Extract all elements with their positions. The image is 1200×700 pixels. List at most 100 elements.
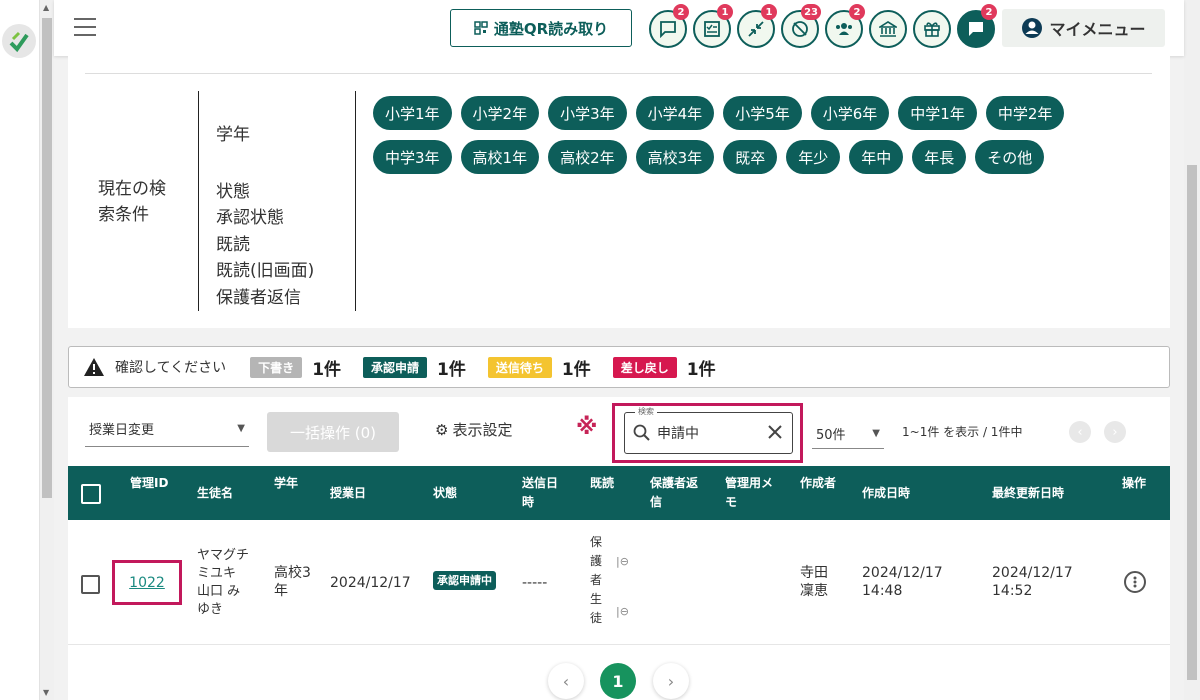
column-header-sent-at[interactable]: 送信日 時 — [522, 474, 558, 512]
date-change-value: 授業日変更 — [89, 423, 155, 438]
hamburger-menu-icon[interactable] — [74, 18, 96, 36]
column-header-grade[interactable]: 学年 — [274, 474, 298, 493]
group-icon[interactable]: 2 — [825, 4, 865, 48]
grade-chip[interactable]: その他 — [975, 140, 1045, 174]
column-header-updated-at[interactable]: 最終更新日時 — [992, 484, 1064, 503]
my-menu-button[interactable]: マイメニュー — [1002, 9, 1165, 47]
column-header-memo[interactable]: 管理用メ モ — [725, 474, 773, 512]
grade-chip[interactable]: 高校2年 — [548, 140, 627, 174]
row-checkbox[interactable] — [81, 575, 100, 594]
table-row: 1022 ヤマグチ ミユキ 山口 み ゆき 高校3 年 2024/12/17 承… — [68, 520, 1170, 645]
chat-icon[interactable]: 2 — [957, 4, 997, 48]
no-location-icon[interactable]: 23 — [781, 4, 821, 48]
bank-icon[interactable] — [869, 10, 907, 48]
column-header-lesson-date[interactable]: 授業日 — [330, 484, 366, 503]
per-page-select[interactable]: 50件 ▼ — [812, 419, 884, 449]
search-conditions-card: 現在の検索条件 学年 状態 承認状態 既読 既読(旧画面) 保護者返信 小学1年… — [68, 56, 1170, 328]
status-summary-banner: 確認してください 下書き 1件 承認申請 1件 送信待ち 1件 差し戻し 1件 — [68, 346, 1170, 388]
account-circle-icon — [1022, 18, 1043, 38]
grade-chip[interactable]: 既卒 — [723, 140, 778, 174]
scrollbar-thumb[interactable] — [1187, 165, 1197, 680]
column-header-actions: 操作 — [1122, 476, 1147, 490]
checklist-icon[interactable]: 1 — [693, 4, 733, 48]
status-cell: 承認申請中 — [433, 571, 496, 590]
bulk-action-button[interactable]: 一括操作 (0) — [267, 412, 399, 452]
read-label: 者 — [590, 573, 603, 587]
student-kana-line1: ヤマグチ — [197, 548, 250, 563]
notification-badge: 23 — [801, 4, 821, 20]
read-label: 護 — [590, 554, 603, 568]
sent-at-cell: ----- — [522, 575, 548, 591]
management-id-link[interactable]: 1022 — [129, 575, 165, 591]
column-header-parent-reply[interactable]: 保護者返 信 — [650, 474, 698, 512]
condition-label-approval: 承認状態 — [216, 208, 284, 228]
grade-chip[interactable]: 小学5年 — [723, 96, 802, 130]
date-change-select[interactable]: 授業日変更 ▼ — [85, 411, 249, 447]
grade-chip[interactable]: 年少 — [786, 140, 841, 174]
qr-scan-label: 通塾QR読み取り — [493, 19, 609, 38]
next-page-icon[interactable]: › — [1104, 421, 1126, 443]
prev-page-icon[interactable]: ‹ — [1069, 421, 1091, 443]
select-all-checkbox[interactable] — [81, 484, 101, 504]
app-logo-icon[interactable] — [2, 24, 36, 58]
column-header-id[interactable]: 管理ID — [130, 474, 168, 493]
grade-chip[interactable]: 小学3年 — [548, 96, 627, 130]
column-header-read[interactable]: 既読 — [590, 474, 614, 493]
chevron-down-icon: ▼ — [237, 423, 245, 434]
column-header-creator[interactable]: 作成者 — [800, 474, 836, 493]
read-cell: 保 護 者 生 徒 — [590, 533, 602, 628]
pagination: ‹ 1 › — [68, 663, 1170, 699]
grade-chip[interactable]: 小学4年 — [635, 96, 715, 130]
divider — [85, 73, 1152, 74]
scroll-down-arrow-icon[interactable]: ▼ — [43, 688, 49, 697]
notification-badge: 2 — [849, 4, 865, 20]
message-icon[interactable]: 2 — [649, 4, 689, 48]
pagination-current-page[interactable]: 1 — [600, 663, 636, 699]
grade-chip[interactable]: 中学2年 — [985, 96, 1065, 130]
gift-icon[interactable] — [913, 10, 951, 48]
display-settings-button[interactable]: ⚙ 表示設定 — [435, 419, 512, 440]
status-tag-draft[interactable]: 下書き — [250, 356, 303, 378]
grade-chip[interactable]: 高校3年 — [635, 140, 715, 174]
left-scrollbar[interactable]: ▲ ▼ — [40, 0, 54, 700]
status-tag-waiting-send[interactable]: 送信待ち — [487, 356, 552, 378]
updated-at-cell: 2024/12/17 14:52 — [992, 564, 1073, 600]
compress-arrows-icon[interactable]: 1 — [737, 4, 777, 48]
top-header: 通塾QR読み取り 2 1 1 23 2 2 マイメニュー — [54, 0, 1184, 56]
search-input[interactable]: 検索 申請中 — [624, 406, 793, 454]
scrollbar-thumb[interactable] — [42, 18, 52, 498]
column-header-student[interactable]: 生徒名 — [197, 484, 233, 503]
table-header: 管理ID 生徒名 学年 授業日 状態 送信日 時 既読 保護者返 信 管理用メ … — [68, 466, 1170, 520]
grade-chip[interactable]: 小学2年 — [460, 96, 540, 130]
column-header-created-at[interactable]: 作成日時 — [862, 484, 910, 503]
column-header-parent-reply-line1: 保護者返 — [650, 476, 699, 490]
condition-label-parent-reply: 保護者返信 — [216, 287, 301, 308]
student-name-line1: 山口 み — [197, 584, 241, 599]
status-tag-approval-request[interactable]: 承認申請 — [363, 356, 428, 378]
grade-chip[interactable]: 高校1年 — [460, 140, 540, 174]
column-header-status[interactable]: 状態 — [433, 484, 457, 503]
right-scrollbar[interactable] — [1184, 0, 1200, 700]
updated-at-time: 14:52 — [992, 583, 1033, 599]
column-header-sent-at-line2: 時 — [522, 495, 535, 509]
grade-chip[interactable]: 年長 — [912, 140, 967, 174]
grade-chip[interactable]: 小学6年 — [810, 96, 890, 130]
pagination-prev-icon[interactable]: ‹ — [548, 663, 584, 699]
divider — [355, 91, 356, 311]
grade-chip[interactable]: 年中 — [849, 140, 904, 174]
qr-scan-button[interactable]: 通塾QR読み取り — [450, 9, 632, 47]
student-kana-line2: ミユキ — [197, 566, 237, 581]
status-tag-returned[interactable]: 差し戻し — [612, 356, 677, 378]
scroll-up-arrow-icon[interactable]: ▲ — [43, 3, 49, 12]
creator-line2: 凜恵 — [800, 583, 828, 599]
close-icon[interactable] — [766, 423, 784, 441]
grade-chip[interactable]: 小学1年 — [373, 96, 452, 130]
grade-chip[interactable]: 中学3年 — [373, 140, 452, 174]
grade-chip[interactable]: 中学1年 — [898, 96, 977, 130]
pagination-next-icon[interactable]: › — [653, 663, 689, 699]
condition-label-read-old: 既読(旧画面) — [216, 261, 315, 281]
student-name-cell: ヤマグチ ミユキ 山口 み ゆき — [197, 547, 249, 619]
left-rail — [0, 0, 40, 700]
created-at-date: 2024/12/17 — [862, 565, 943, 581]
more-vert-icon[interactable] — [1124, 571, 1146, 593]
